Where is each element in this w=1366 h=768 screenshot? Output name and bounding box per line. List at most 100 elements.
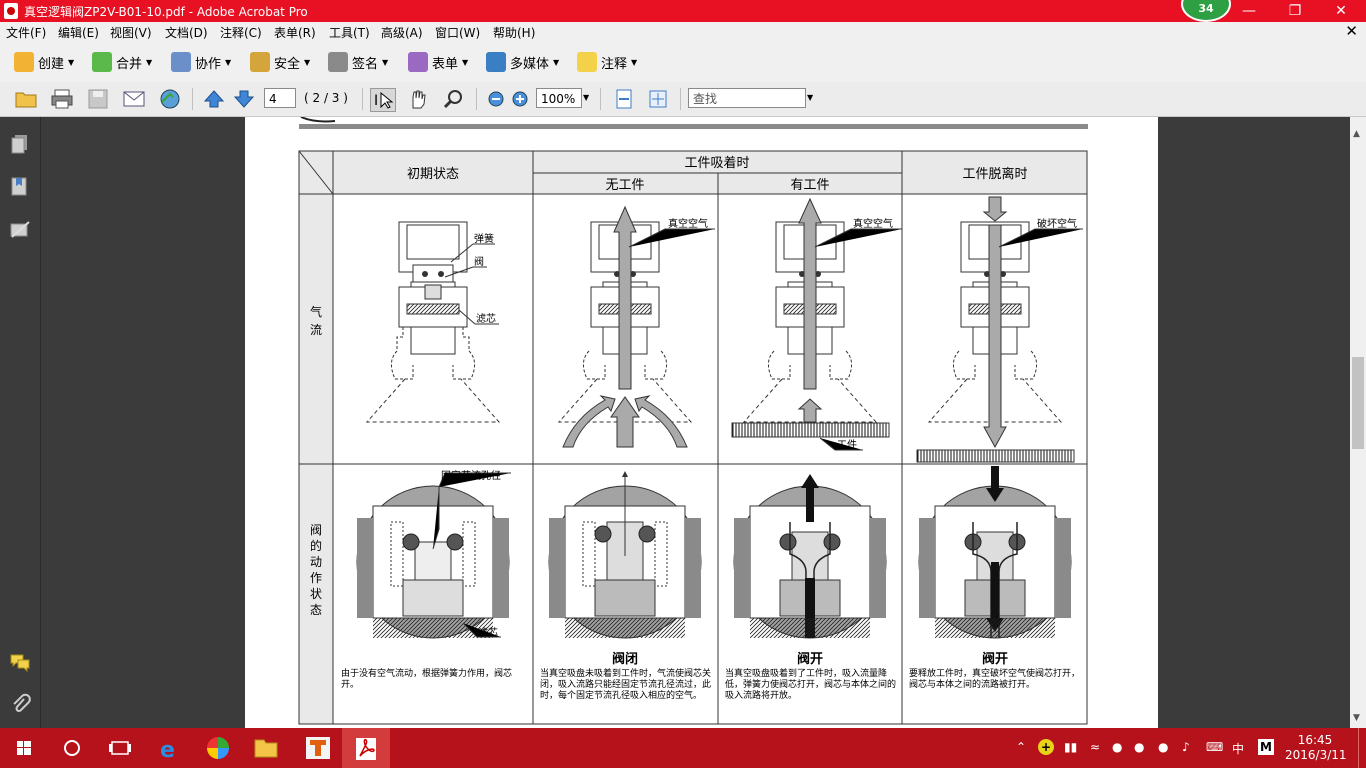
web-icon[interactable] — [158, 88, 182, 110]
scroll-thumb[interactable] — [1352, 357, 1364, 449]
valve-closeup-closed — [548, 471, 702, 639]
scroll-down-icon[interactable]: ▼ — [1353, 713, 1360, 723]
menu-advanced[interactable]: 高级(A) — [381, 24, 423, 41]
chevron-down-icon: ▼ — [382, 57, 389, 67]
menu-help[interactable]: 帮助(H) — [493, 24, 535, 41]
search-icon[interactable] — [48, 728, 96, 768]
tray-expand-icon[interactable]: ⌃ — [1016, 740, 1026, 754]
desc-with-work: 当真空吸盘吸着到了工件时，吸入流量降低，弹簧力使阀芯打开，阀芯与本体之间的吸入流… — [725, 669, 897, 701]
search-input[interactable]: 查找 — [688, 88, 806, 108]
label-orifice: 固定节流孔径 — [441, 469, 501, 482]
menu-view[interactable]: 视图(V) — [110, 24, 152, 41]
multimedia-button[interactable]: 多媒体 ▼ — [486, 50, 559, 74]
select-tool-icon[interactable]: I — [370, 88, 396, 112]
ejector-diagram-release: 破坏空气 — [916, 196, 1083, 463]
forms-button[interactable]: 表单 ▼ — [408, 50, 468, 74]
notification-badge[interactable]: 34 — [1181, 0, 1231, 22]
print-icon[interactable] — [50, 88, 74, 110]
label-filter-2: 滤芯 — [478, 626, 498, 639]
zoom-in-icon[interactable] — [508, 88, 532, 110]
title-bar: 真空逻辑阀ZP2V-B01-10.pdf - Adobe Acrobat Pro… — [0, 0, 1366, 22]
task-view-icon[interactable] — [96, 728, 144, 768]
hand-tool-icon[interactable] — [406, 88, 430, 110]
create-button[interactable]: 创建 ▼ — [14, 50, 74, 74]
chevron-down-icon: ▼ — [146, 57, 153, 67]
label-valve: 阀 — [474, 255, 484, 268]
header-initial: 初期状态 — [407, 167, 459, 182]
ime-mode-icon[interactable]: M — [1258, 739, 1274, 755]
edge-browser-icon[interactable]: e — [146, 728, 194, 768]
bookmarks-icon[interactable] — [9, 175, 31, 197]
menu-window[interactable]: 窗口(W) — [435, 24, 480, 41]
close-button[interactable]: ✕ — [1318, 0, 1364, 22]
previous-page-icon[interactable] — [202, 88, 226, 110]
chevron-down-icon: ▼ — [304, 57, 311, 67]
navigation-toolbar: 4 ( 2 / 3 ) I 100% ▼ 查找 ▼ — [0, 82, 1366, 117]
header-adsorption: 工件吸着时 — [684, 155, 749, 171]
ime-indicator[interactable]: 中 — [1232, 740, 1244, 757]
zoom-level-input[interactable]: 100% — [536, 88, 582, 108]
zoom-dropdown-icon[interactable]: ▼ — [583, 93, 589, 102]
menu-comment[interactable]: 注释(C) — [220, 24, 262, 41]
battery-icon[interactable]: ▮▮ — [1064, 740, 1077, 754]
open-folder-icon[interactable] — [14, 88, 38, 110]
save-icon[interactable] — [86, 88, 110, 110]
pages-icon[interactable] — [9, 133, 31, 155]
page-number-input[interactable]: 4 — [264, 88, 296, 108]
wifi-icon[interactable]: ≈ — [1090, 740, 1100, 754]
keyboard-icon[interactable]: ⌨ — [1206, 740, 1223, 754]
volume-icon[interactable]: ♪ — [1182, 740, 1190, 754]
qq-icon-2[interactable]: ● — [1134, 740, 1144, 754]
svg-text:e: e — [160, 738, 175, 763]
file-explorer-icon[interactable] — [242, 728, 290, 768]
system-clock[interactable]: 16:45 2016/3/11 — [1285, 733, 1347, 763]
label-work: 工件 — [837, 439, 857, 451]
document-viewport[interactable]: 初期状态 工件吸着时 无工件 有工件 工件脱离时 气流 阀的动作状态 弹簧 阀 … — [41, 117, 1350, 728]
show-desktop-button[interactable] — [1358, 728, 1366, 768]
menu-edit[interactable]: 编辑(E) — [58, 24, 99, 41]
collaborate-button[interactable]: 协作 ▼ — [171, 50, 231, 74]
clock-date: 2016/3/11 — [1285, 748, 1347, 762]
scroll-up-icon[interactable]: ▲ — [1353, 129, 1360, 139]
comment-button[interactable]: 注释 ▼ — [577, 50, 637, 74]
state-open-2: 阀开 — [982, 651, 1008, 667]
full-screen-icon[interactable] — [646, 88, 670, 110]
valve-operation-table: 初期状态 工件吸着时 无工件 有工件 工件脱离时 气流 阀的动作状态 弹簧 阀 … — [298, 117, 1088, 725]
restore-button[interactable]: ❐ — [1272, 0, 1318, 22]
desc-no-work: 当真空吸盘未吸着到工件时，气流使阀芯关闭，吸入流路只能经固定节流孔径流过，此时，… — [540, 669, 712, 701]
secure-button[interactable]: 安全 ▼ — [250, 50, 310, 74]
comments-icon[interactable] — [9, 651, 31, 673]
qq-icon-1[interactable]: ● — [1112, 740, 1122, 754]
minimize-button[interactable]: — — [1226, 0, 1272, 22]
fit-width-icon[interactable] — [612, 88, 636, 110]
ejector-diagram-initial: 弹簧 阀 滤芯 — [365, 221, 501, 423]
signatures-icon[interactable] — [9, 219, 31, 241]
header-no-work: 无工件 — [605, 178, 644, 193]
attachments-icon[interactable] — [9, 693, 31, 715]
vertical-scrollbar[interactable]: ▲ ▼ — [1350, 117, 1366, 728]
menu-document[interactable]: 文档(D) — [165, 24, 208, 41]
combine-button[interactable]: 合并 ▼ — [92, 50, 152, 74]
menu-file[interactable]: 文件(F) — [6, 24, 46, 41]
pen-icon — [328, 52, 348, 72]
collaborate-icon — [171, 52, 191, 72]
taskbar: e ⌃ + ▮▮ ≈ ● ● ● ♪ ⌨ 中 M 16:45 2016/3/11 — [0, 728, 1366, 768]
page-count: ( 2 / 3 ) — [304, 91, 348, 105]
windows-start-icon[interactable] — [0, 728, 48, 768]
next-page-icon[interactable] — [232, 88, 256, 110]
email-icon[interactable] — [122, 88, 146, 110]
tray-plus-icon[interactable]: + — [1038, 739, 1054, 755]
qq-icon-3[interactable]: ● — [1158, 740, 1168, 754]
color-app-icon[interactable] — [194, 728, 242, 768]
search-dropdown-icon[interactable]: ▼ — [807, 93, 813, 102]
document-close-icon[interactable]: ✕ — [1345, 22, 1358, 40]
acrobat-taskbar-icon[interactable] — [342, 728, 390, 768]
menu-forms[interactable]: 表单(R) — [274, 24, 316, 41]
menu-tools[interactable]: 工具(T) — [329, 24, 370, 41]
chevron-down-icon: ▼ — [68, 57, 75, 67]
sign-button[interactable]: 签名 ▼ — [328, 50, 388, 74]
zoom-marquee-icon[interactable] — [442, 88, 466, 110]
pdf-page: 初期状态 工件吸着时 无工件 有工件 工件脱离时 气流 阀的动作状态 弹簧 阀 … — [245, 117, 1158, 728]
zoom-out-icon[interactable] — [484, 88, 508, 110]
app-icon-orange[interactable] — [294, 728, 342, 768]
